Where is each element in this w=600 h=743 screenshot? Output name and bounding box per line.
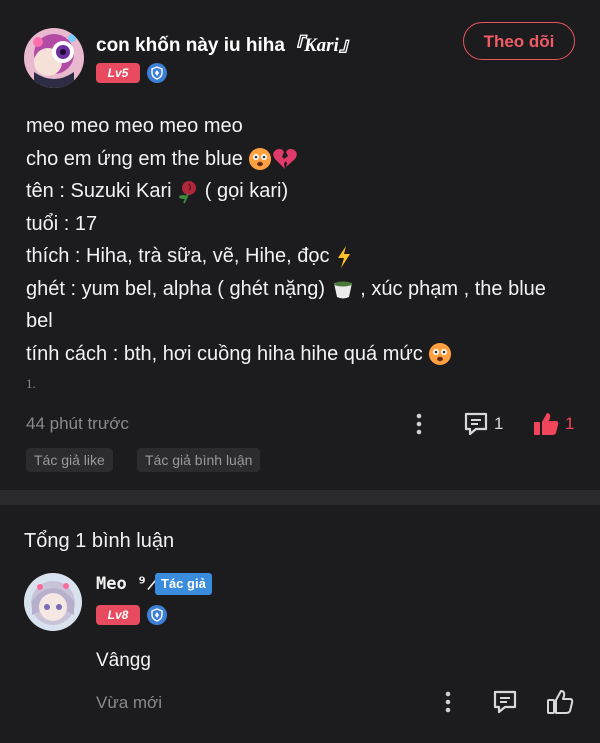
comment-author-avatar[interactable] (24, 573, 82, 631)
comment-timestamp: Vừa mới (96, 693, 162, 712)
shield-verified-icon (147, 63, 167, 83)
post-author-name-suffix: 『Kari』 (284, 35, 358, 56)
post-content: meo meo meo meo meo cho em ứng em the bl… (26, 110, 576, 370)
level-badge: Lv8 (96, 605, 140, 625)
tea-cup-emoji (333, 281, 352, 299)
flushed-face-emoji (249, 148, 272, 171)
comment-icon[interactable] (462, 410, 490, 438)
post-card: con khốn này iu hiha『Kari』 Lv5 Theo dõi … (0, 0, 600, 490)
lightning-emoji (338, 245, 351, 268)
post-line-5: thích : Hiha, trà sữa, vẽ, Hihe, đọc (26, 240, 576, 273)
more-vertical-icon[interactable] (441, 690, 455, 714)
level-badge: Lv5 (96, 63, 140, 83)
thumbs-up-icon[interactable] (546, 688, 574, 716)
post-timestamp: 44 phút trước (26, 414, 129, 433)
post-line-2: cho em ứng em the blue (26, 143, 576, 176)
tag-author-commented: Tác giả bình luận (137, 448, 261, 472)
post-author-avatar[interactable] (24, 28, 84, 88)
author-badge: Tác giả (155, 573, 212, 595)
post-author-name[interactable]: con khốn này iu hiha『Kari』 (96, 30, 358, 57)
post-line-7: tính cách : bth, hơi cuồng hiha hihe quá… (26, 338, 576, 371)
post-footnote: 1. (26, 376, 36, 391)
post-line-6: ghét : yum bel, alpha ( ghét nặng) , xúc… (26, 277, 546, 333)
more-vertical-icon[interactable] (412, 412, 426, 436)
comment-count: 1 (494, 414, 504, 433)
follow-button[interactable]: Theo dõi (463, 22, 575, 60)
rose-emoji (179, 180, 197, 204)
shield-verified-icon (147, 605, 167, 625)
section-divider (0, 490, 600, 505)
like-count: 1 (565, 414, 575, 433)
post-line-4: tuổi : 17 (26, 212, 98, 235)
comment-reply-icon[interactable] (491, 688, 519, 716)
post-line-3: tên : Suzuki Kari ( gọi kari) (26, 180, 289, 204)
comment-text: Vângg (96, 650, 151, 671)
flushed-face-emoji (429, 343, 452, 366)
comments-total-heading: Tổng 1 bình luận (24, 530, 175, 552)
tag-author-liked: Tác giả like (26, 448, 113, 472)
post-line-1: meo meo meo meo meo (26, 115, 243, 137)
broken-heart-emoji (273, 149, 298, 170)
thumbs-up-icon[interactable] (532, 410, 560, 438)
